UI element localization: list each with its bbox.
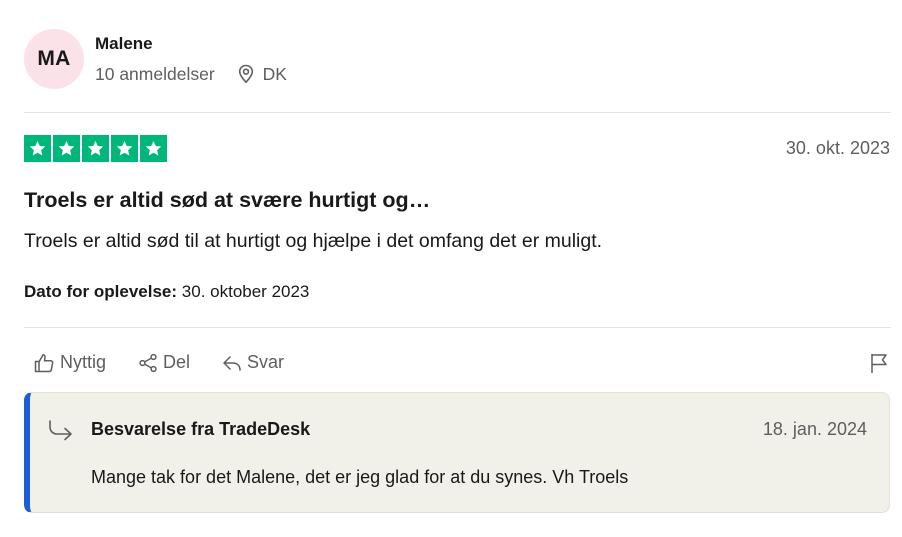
consumer-meta: Malene 10 anmeldelser DK: [95, 29, 287, 84]
reviews-count: 10 anmeldelser: [95, 64, 215, 84]
consumer-info: 10 anmeldelser DK: [95, 64, 287, 84]
useful-button[interactable]: Nyttig: [34, 352, 106, 373]
avatar[interactable]: MA: [24, 29, 84, 89]
reply-title: Besvarelse fra TradeDesk: [91, 419, 311, 439]
star-rating: [24, 135, 169, 162]
star-icon: [53, 135, 80, 162]
star-icon: [82, 135, 109, 162]
share-button[interactable]: Del: [138, 352, 190, 373]
review-actions: Nyttig Del Svar: [34, 352, 316, 373]
share-label: Del: [163, 352, 191, 372]
company-reply: Besvarelse fra TradeDesk 18. jan. 2024 M…: [24, 392, 890, 513]
reply-curved-arrow-icon: [49, 420, 72, 441]
share-icon: [139, 353, 157, 372]
experience-date-label: Dato for oplevelse:: [24, 282, 178, 301]
flag-icon: [871, 354, 887, 373]
consumer-location: DK: [237, 64, 287, 84]
review-title[interactable]: Troels er altid sød at svære hurtigt og…: [24, 188, 430, 213]
thumbs-up-icon: [34, 353, 54, 372]
consumer-header: MA Malene 10 anmeldelser DK: [24, 29, 287, 89]
flag-button[interactable]: [870, 352, 890, 379]
review-card: MA Malene 10 anmeldelser DK 30. okt. 202…: [0, 0, 902, 537]
location-pin-icon: [238, 64, 253, 84]
star-icon: [24, 135, 51, 162]
experience-date: Dato for oplevelse: 30. oktober 2023: [24, 282, 309, 302]
star-icon: [140, 135, 167, 162]
reply-button[interactable]: Svar: [222, 352, 284, 373]
review-text: Troels er altid sød til at hurtigt og hj…: [24, 230, 603, 252]
star-icon: [111, 135, 138, 162]
reply-date: 18. jan. 2024: [762, 419, 867, 439]
review-date: 30. okt. 2023: [785, 138, 890, 158]
consumer-name[interactable]: Malene: [95, 34, 287, 54]
reply-text: Mange tak for det Malene, det er jeg gla…: [91, 467, 629, 487]
reply-label: Svar: [247, 352, 285, 372]
reply-arrow-icon: [223, 355, 241, 371]
divider: [24, 327, 891, 328]
country-code: DK: [262, 64, 287, 84]
divider: [24, 112, 891, 113]
useful-label: Nyttig: [60, 352, 107, 372]
experience-date-value: 30. oktober 2023: [181, 282, 310, 301]
